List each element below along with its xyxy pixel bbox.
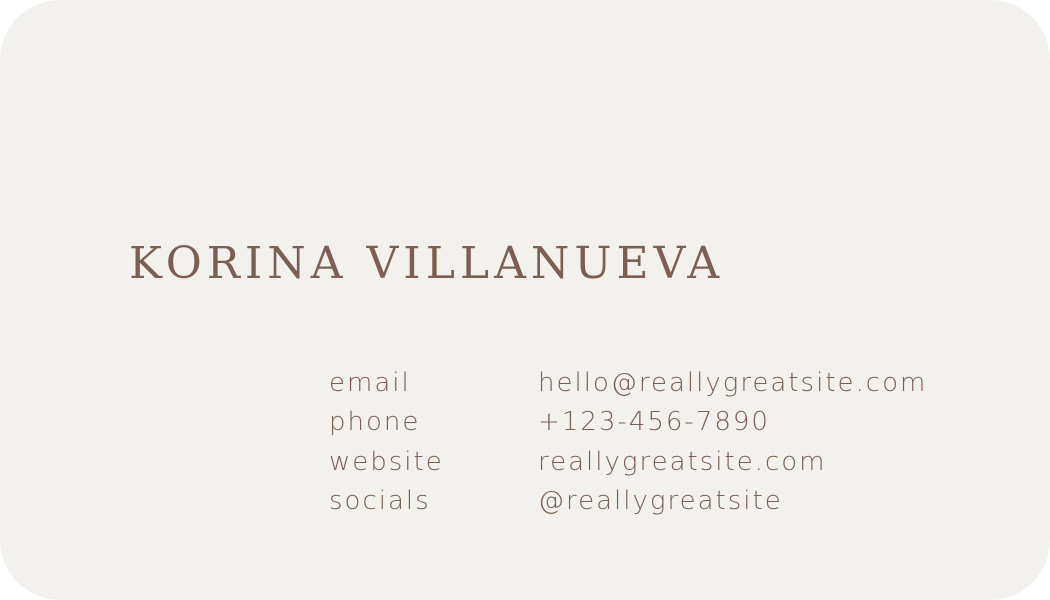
email-label: email <box>329 368 411 398</box>
business-card: KORINA VILLANUEVA email hello@reallygrea… <box>0 0 1050 600</box>
person-name: KORINA VILLANUEVA <box>129 238 725 289</box>
contact-row-phone: phone +123-456-7890 <box>329 403 927 442</box>
email-value: hello@reallygreatsite.com <box>538 368 928 398</box>
contact-row-website: website reallygreatsite.com <box>329 443 927 482</box>
website-label: website <box>329 446 444 477</box>
socials-value: @reallygreatsite <box>538 485 783 516</box>
website-value: reallygreatsite.com <box>538 446 827 477</box>
phone-label: phone <box>329 407 421 438</box>
socials-label: socials <box>329 485 431 516</box>
contact-row-socials: socials @reallygreatsite <box>329 482 927 521</box>
contact-row-email: email hello@reallygreatsite.com <box>329 364 927 403</box>
phone-value: +123-456-7890 <box>538 407 770 438</box>
contact-list: email hello@reallygreatsite.com phone +1… <box>329 364 927 521</box>
